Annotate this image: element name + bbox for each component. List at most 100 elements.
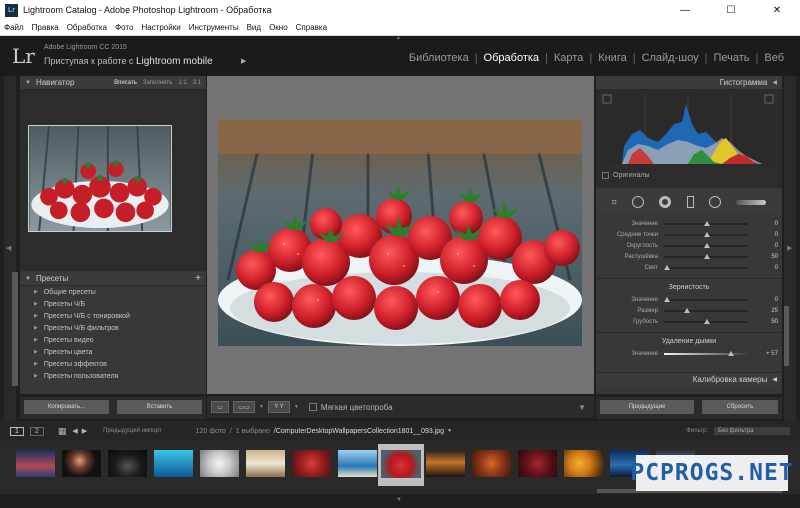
slider-track[interactable] bbox=[664, 242, 748, 248]
thumbnail-strawberries-selected[interactable] bbox=[381, 450, 421, 478]
preset-folder[interactable]: ▶ Пресеты Ч/Б с тонировкой bbox=[20, 310, 206, 322]
slider-track[interactable] bbox=[664, 231, 748, 237]
slider-knob[interactable] bbox=[704, 242, 710, 248]
slider-row[interactable]: Грубость 50 bbox=[596, 316, 782, 327]
menu-photo[interactable]: Фото bbox=[115, 23, 133, 32]
menu-view[interactable]: Вид bbox=[247, 23, 261, 32]
collapse-bottom-icon[interactable]: ▼ bbox=[396, 497, 402, 503]
menu-edit[interactable]: Правка bbox=[32, 23, 59, 32]
presets-header[interactable]: ▼ Пресеты + bbox=[20, 272, 206, 286]
minimize-button[interactable]: — bbox=[662, 0, 708, 20]
spot-removal-icon[interactable] bbox=[632, 196, 645, 208]
preset-folder[interactable]: ▶ Пресеты цвета bbox=[20, 346, 206, 358]
preset-folder[interactable]: ▶ Пресеты видео bbox=[20, 334, 206, 346]
filter-select[interactable]: Без фильтра bbox=[714, 427, 790, 435]
thumbnail-bathroom[interactable] bbox=[246, 450, 285, 477]
slider-knob[interactable] bbox=[684, 307, 690, 313]
soft-proof-checkbox[interactable] bbox=[308, 403, 317, 411]
navigator-header[interactable]: ▼ Навигатор Вписать Заполнить 1:1 3:1 bbox=[20, 76, 206, 90]
thumbnail-sunset-lake[interactable] bbox=[16, 450, 55, 477]
add-preset-button[interactable]: + bbox=[195, 273, 201, 284]
preset-folder[interactable]: ▶ Пресеты Ч/Б фильтров bbox=[20, 322, 206, 334]
module-develop[interactable]: Обработка bbox=[478, 52, 545, 64]
thumbnail-desert-sunset[interactable] bbox=[426, 450, 465, 477]
dropdown-arrow-icon[interactable]: ▼ bbox=[259, 404, 264, 410]
dropdown-arrow-icon[interactable]: ▼ bbox=[294, 404, 299, 410]
zoom-3-1[interactable]: 3:1 bbox=[193, 80, 201, 86]
menu-file[interactable]: Файл bbox=[4, 23, 24, 32]
module-slideshow[interactable]: Слайд-шоу bbox=[636, 52, 705, 64]
menu-window[interactable]: Окно bbox=[269, 23, 288, 32]
slider-row[interactable]: Растушёвка 50 bbox=[596, 251, 782, 262]
module-library[interactable]: Библиотека bbox=[403, 52, 475, 64]
slider-row[interactable]: Средние точки 0 bbox=[596, 229, 782, 240]
menu-tools[interactable]: Инструменты bbox=[189, 23, 239, 32]
zoom-1-1[interactable]: 1:1 bbox=[178, 80, 186, 86]
slider-track[interactable] bbox=[664, 318, 748, 324]
slider-knob[interactable] bbox=[728, 350, 734, 356]
thumbnail-dark-car[interactable] bbox=[108, 450, 147, 477]
thumbnail-selected-frame[interactable] bbox=[378, 444, 424, 486]
collapse-triangle-icon[interactable]: ◀ bbox=[772, 376, 777, 383]
paste-settings-button[interactable]: Вставить bbox=[117, 400, 202, 414]
slider-track[interactable] bbox=[664, 220, 748, 226]
navigator-preview[interactable] bbox=[20, 90, 206, 271]
slider-track[interactable] bbox=[664, 264, 748, 270]
close-button[interactable]: ✕ bbox=[754, 0, 800, 20]
screen-2-button[interactable]: 2 bbox=[29, 426, 44, 436]
thumbnail-blue-car[interactable] bbox=[154, 450, 193, 477]
thumbnail-food-platter[interactable] bbox=[472, 450, 511, 477]
previous-settings-button[interactable]: Предыдущие bbox=[600, 400, 694, 414]
source-label[interactable]: Предыдущий импорт bbox=[103, 428, 162, 434]
slider-row[interactable]: Свет 0 bbox=[596, 262, 782, 273]
right-edge-strip[interactable]: ▶ bbox=[784, 76, 796, 421]
module-book[interactable]: Книга bbox=[592, 52, 633, 64]
thumbnail-dark-portrait[interactable] bbox=[62, 450, 101, 477]
slider-row[interactable]: Значение 0 bbox=[596, 294, 782, 305]
menu-develop[interactable]: Обработка bbox=[67, 23, 107, 32]
menu-help[interactable]: Справка bbox=[296, 23, 327, 32]
histogram-graph[interactable] bbox=[602, 94, 774, 164]
forward-arrow-icon[interactable]: ▶ bbox=[82, 427, 87, 435]
thumbnail-blue-sea[interactable] bbox=[338, 450, 377, 477]
thumbnail-strawberries-red[interactable] bbox=[292, 450, 331, 477]
preset-folder[interactable]: ▶ Общие пресеты bbox=[20, 286, 206, 298]
preset-folder[interactable]: ▶ Пресеты Ч/Б bbox=[20, 298, 206, 310]
zoom-fill[interactable]: Заполнить bbox=[143, 80, 172, 86]
collapse-triangle-icon[interactable]: ◀ bbox=[772, 79, 777, 86]
zoom-fit[interactable]: Вписать bbox=[114, 80, 137, 86]
preset-folder[interactable]: ▶ Пресеты пользователя bbox=[20, 370, 206, 382]
slider-knob[interactable] bbox=[664, 296, 670, 302]
menu-settings[interactable]: Настройки bbox=[141, 23, 180, 32]
left-scrollbar[interactable] bbox=[12, 272, 18, 386]
current-filename[interactable]: /ComputerDesktopWallpapersCollection1801… bbox=[274, 428, 444, 435]
grid-icon[interactable]: ▦ bbox=[58, 426, 67, 437]
collapse-right-icon[interactable]: ▶ bbox=[787, 244, 792, 252]
slider-track[interactable] bbox=[664, 307, 748, 313]
collapse-triangle-icon[interactable]: ▼ bbox=[25, 80, 31, 86]
slider-track[interactable] bbox=[664, 253, 748, 259]
copy-settings-button[interactable]: Копировать... bbox=[24, 400, 109, 414]
main-photo[interactable] bbox=[218, 120, 582, 346]
slider-row[interactable]: Значение 0 bbox=[596, 218, 782, 229]
red-eye-icon[interactable] bbox=[659, 196, 672, 208]
module-print[interactable]: Печать bbox=[707, 52, 755, 64]
slider-knob[interactable] bbox=[704, 253, 710, 259]
histogram[interactable]: Оригиналы bbox=[596, 90, 782, 188]
slider-knob[interactable] bbox=[704, 318, 710, 324]
slider-track[interactable] bbox=[664, 350, 748, 356]
thumbnail-citrus[interactable] bbox=[564, 450, 603, 477]
before-after-button[interactable]: ▭▭ bbox=[233, 401, 255, 413]
loupe-view-button[interactable]: ▭ bbox=[211, 401, 229, 413]
right-scrollbar[interactable] bbox=[784, 306, 789, 366]
slider-row[interactable]: Округлость 0 bbox=[596, 240, 782, 251]
reset-button[interactable]: Сбросить bbox=[702, 400, 778, 414]
calibration-header[interactable]: Калибровка камеры ◀ bbox=[596, 372, 782, 386]
collapse-top-icon[interactable]: ▲ bbox=[396, 35, 404, 41]
slider-knob[interactable] bbox=[704, 231, 710, 237]
slider-row[interactable]: Размер 25 bbox=[596, 305, 782, 316]
histogram-header[interactable]: Гистограмма ◀ bbox=[596, 76, 782, 90]
module-web[interactable]: Веб bbox=[758, 52, 790, 64]
dropdown-arrow-icon[interactable]: ▼ bbox=[447, 428, 452, 434]
preset-folder[interactable]: ▶ Пресеты эффектов bbox=[20, 358, 206, 370]
